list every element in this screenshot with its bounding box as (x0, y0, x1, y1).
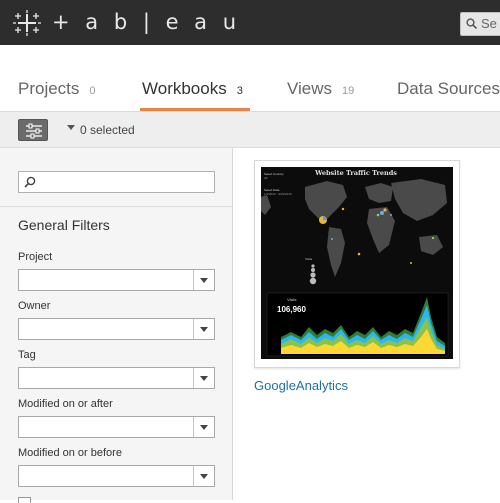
filter-checkbox[interactable] (18, 497, 31, 503)
filter-label-tag: Tag (18, 349, 36, 361)
filter-label-modified-before: Modified on or before (18, 447, 122, 459)
chevron-down-icon[interactable] (200, 425, 208, 430)
select-divider (193, 368, 194, 388)
content-tabs: Projects 0 Workbooks 3 Views 19 Data Source… (0, 45, 500, 111)
tab-label: Data Sources (397, 79, 500, 98)
tag-select[interactable] (18, 367, 215, 389)
chevron-down-icon[interactable] (200, 474, 208, 479)
section-title: General Filters (18, 217, 110, 233)
project-select[interactable] (18, 269, 215, 291)
filter-label-owner: Owner (18, 300, 51, 312)
select-divider (193, 319, 194, 339)
svg-text:Visits: Visits (305, 257, 313, 261)
thumb-visits-value: 106,960 (277, 305, 306, 314)
workbook-thumbnail[interactable]: Website Traffic Trends Select Country Al… (261, 167, 453, 359)
chevron-down-icon[interactable] (200, 327, 208, 332)
workbook-name-link[interactable]: GoogleAnalytics (254, 378, 348, 393)
chevron-down-icon[interactable] (200, 376, 208, 381)
filter-label-modified-after: Modified on or after (18, 398, 113, 410)
search-icon (24, 176, 36, 188)
sliders-icon (26, 123, 42, 139)
select-divider (193, 417, 194, 437)
brand-wordmark: + a b | e a u (52, 10, 241, 34)
thumb-select-date-value: 1/1/2012 - 3/31/2013 (264, 192, 292, 196)
tab-data-sources[interactable]: Data Sources (397, 79, 500, 99)
tab-projects[interactable]: Projects 0 (18, 79, 96, 99)
filter-sidebar: General Filters Project Owner Tag Modifi… (0, 148, 233, 503)
select-divider (193, 466, 194, 486)
filter-search-field[interactable] (18, 171, 215, 193)
thumb-title: Website Traffic Trends (314, 169, 397, 177)
tab-label: Workbooks (142, 79, 227, 98)
general-filters-section: General Filters (0, 206, 233, 233)
selection-count[interactable]: 0 selected (80, 123, 135, 137)
selection-menu-chevron-icon[interactable] (67, 125, 75, 130)
thumb-visits-label: Visits (287, 297, 296, 302)
filter-panel-toggle-button[interactable] (18, 119, 48, 141)
search-icon (466, 18, 477, 29)
filter-search-input[interactable] (39, 174, 209, 190)
thumb-select-country-value: All (264, 176, 268, 180)
modified-before-select[interactable] (18, 465, 215, 487)
tableau-logo-icon[interactable] (12, 10, 42, 36)
global-search-input[interactable]: Se (460, 12, 500, 36)
tab-count: 3 (236, 85, 243, 97)
modified-after-select[interactable] (18, 416, 215, 438)
chevron-down-icon[interactable] (200, 278, 208, 283)
workbook-grid: Website Traffic Trends Select Country Al… (233, 148, 500, 500)
filter-label-project: Project (18, 251, 53, 263)
tab-count: 19 (342, 85, 355, 97)
tab-workbooks[interactable]: Workbooks 3 (142, 79, 243, 99)
workbook-card[interactable]: Website Traffic Trends Select Country Al… (254, 160, 460, 368)
thumbnail-dashboard-image: Website Traffic Trends Select Country Al… (261, 167, 453, 359)
top-bar: + a b | e a u Se (0, 0, 500, 45)
tab-label: Views (287, 79, 333, 98)
global-search-text: Se (481, 16, 497, 31)
tab-views[interactable]: Views 19 (287, 79, 354, 99)
select-divider (193, 270, 194, 290)
toolbar: 0 selected (0, 111, 500, 148)
tab-label: Projects (18, 79, 80, 98)
tab-count: 0 (89, 85, 96, 97)
owner-select[interactable] (18, 318, 215, 340)
